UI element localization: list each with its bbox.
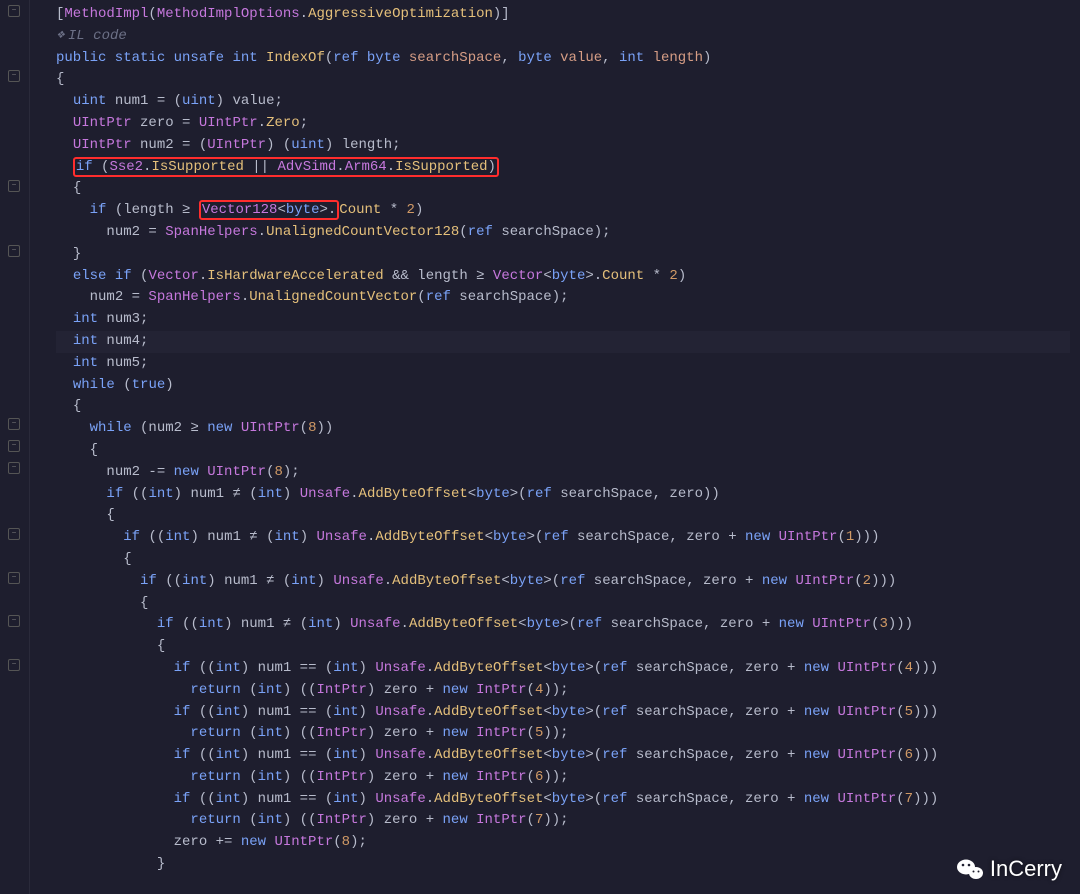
diamond-icon: ❖ — [56, 31, 65, 42]
code-line: return (int) ((IntPtr) zero + new IntPtr… — [56, 810, 1070, 832]
watermark-text: InCerry — [990, 856, 1062, 882]
fold-icon[interactable]: − — [8, 418, 20, 430]
fold-icon[interactable]: − — [8, 5, 20, 17]
code-line: { — [56, 549, 1070, 571]
fold-icon[interactable]: − — [8, 245, 20, 257]
fold-icon[interactable]: − — [8, 659, 20, 671]
code-line: { — [56, 636, 1070, 658]
il-code-comment: ❖IL code — [56, 26, 1070, 48]
code-line: if ((int) num1 == (int) Unsafe.AddByteOf… — [56, 745, 1070, 767]
code-line: if ((int) num1 == (int) Unsafe.AddByteOf… — [56, 658, 1070, 680]
code-editor[interactable]: [MethodImpl(MethodImplOptions.Aggressive… — [30, 0, 1080, 894]
watermark: InCerry — [956, 856, 1062, 882]
code-line: [MethodImpl(MethodImplOptions.Aggressive… — [56, 4, 1070, 26]
code-line: uint num1 = (uint) value; — [56, 91, 1070, 113]
code-line: else if (Vector.IsHardwareAccelerated &&… — [56, 266, 1070, 288]
code-line: UIntPtr zero = UIntPtr.Zero; — [56, 113, 1070, 135]
wechat-icon — [956, 857, 984, 881]
code-line: return (int) ((IntPtr) zero + new IntPtr… — [56, 767, 1070, 789]
code-line: { — [56, 69, 1070, 91]
code-line: zero += new UIntPtr(8); — [56, 832, 1070, 854]
highlighted-line-1: if (Sse2.IsSupported || AdvSimd.Arm64.Is… — [56, 157, 1070, 179]
code-line: if ((int) num1 == (int) Unsafe.AddByteOf… — [56, 702, 1070, 724]
code-line: public static unsafe int IndexOf(ref byt… — [56, 48, 1070, 70]
fold-icon[interactable]: − — [8, 180, 20, 192]
editor-gutter: − − − − − − − − − − − — [0, 0, 30, 894]
code-line: UIntPtr num2 = (UIntPtr) (uint) length; — [56, 135, 1070, 157]
code-line: { — [56, 593, 1070, 615]
code-line: { — [56, 440, 1070, 462]
code-line: if ((int) num1 ≠ (int) Unsafe.AddByteOff… — [56, 614, 1070, 636]
code-line: } — [56, 854, 1070, 876]
code-line: { — [56, 505, 1070, 527]
highlighted-line-2: if (length ≥ Vector128<byte>.Count * 2) — [56, 200, 1070, 222]
code-line: { — [56, 178, 1070, 200]
code-line: if ((int) num1 == (int) Unsafe.AddByteOf… — [56, 789, 1070, 811]
code-line: int num3; — [56, 309, 1070, 331]
code-line: if ((int) num1 ≠ (int) Unsafe.AddByteOff… — [56, 571, 1070, 593]
code-line: { — [56, 396, 1070, 418]
code-line: while (true) — [56, 375, 1070, 397]
code-line: int num5; — [56, 353, 1070, 375]
code-line: return (int) ((IntPtr) zero + new IntPtr… — [56, 723, 1070, 745]
code-line: num2 -= new UIntPtr(8); — [56, 462, 1070, 484]
fold-icon[interactable]: − — [8, 70, 20, 82]
fold-icon[interactable]: − — [8, 462, 20, 474]
code-line: while (num2 ≥ new UIntPtr(8)) — [56, 418, 1070, 440]
nested-block: if ((int) num1 ≠ (int) Unsafe.AddByteOff… — [56, 527, 1070, 832]
fold-icon[interactable]: − — [8, 528, 20, 540]
fold-icon[interactable]: − — [8, 572, 20, 584]
fold-icon[interactable]: − — [8, 615, 20, 627]
code-line: if ((int) num1 ≠ (int) Unsafe.AddByteOff… — [56, 527, 1070, 549]
code-line: if ((int) num1 ≠ (int) Unsafe.AddByteOff… — [56, 484, 1070, 506]
fold-icon[interactable]: − — [8, 440, 20, 452]
code-line: } — [56, 244, 1070, 266]
code-line: num2 = SpanHelpers.UnalignedCountVector(… — [56, 287, 1070, 309]
code-line: int num4; — [56, 331, 1070, 353]
code-line: num2 = SpanHelpers.UnalignedCountVector1… — [56, 222, 1070, 244]
code-line: return (int) ((IntPtr) zero + new IntPtr… — [56, 680, 1070, 702]
